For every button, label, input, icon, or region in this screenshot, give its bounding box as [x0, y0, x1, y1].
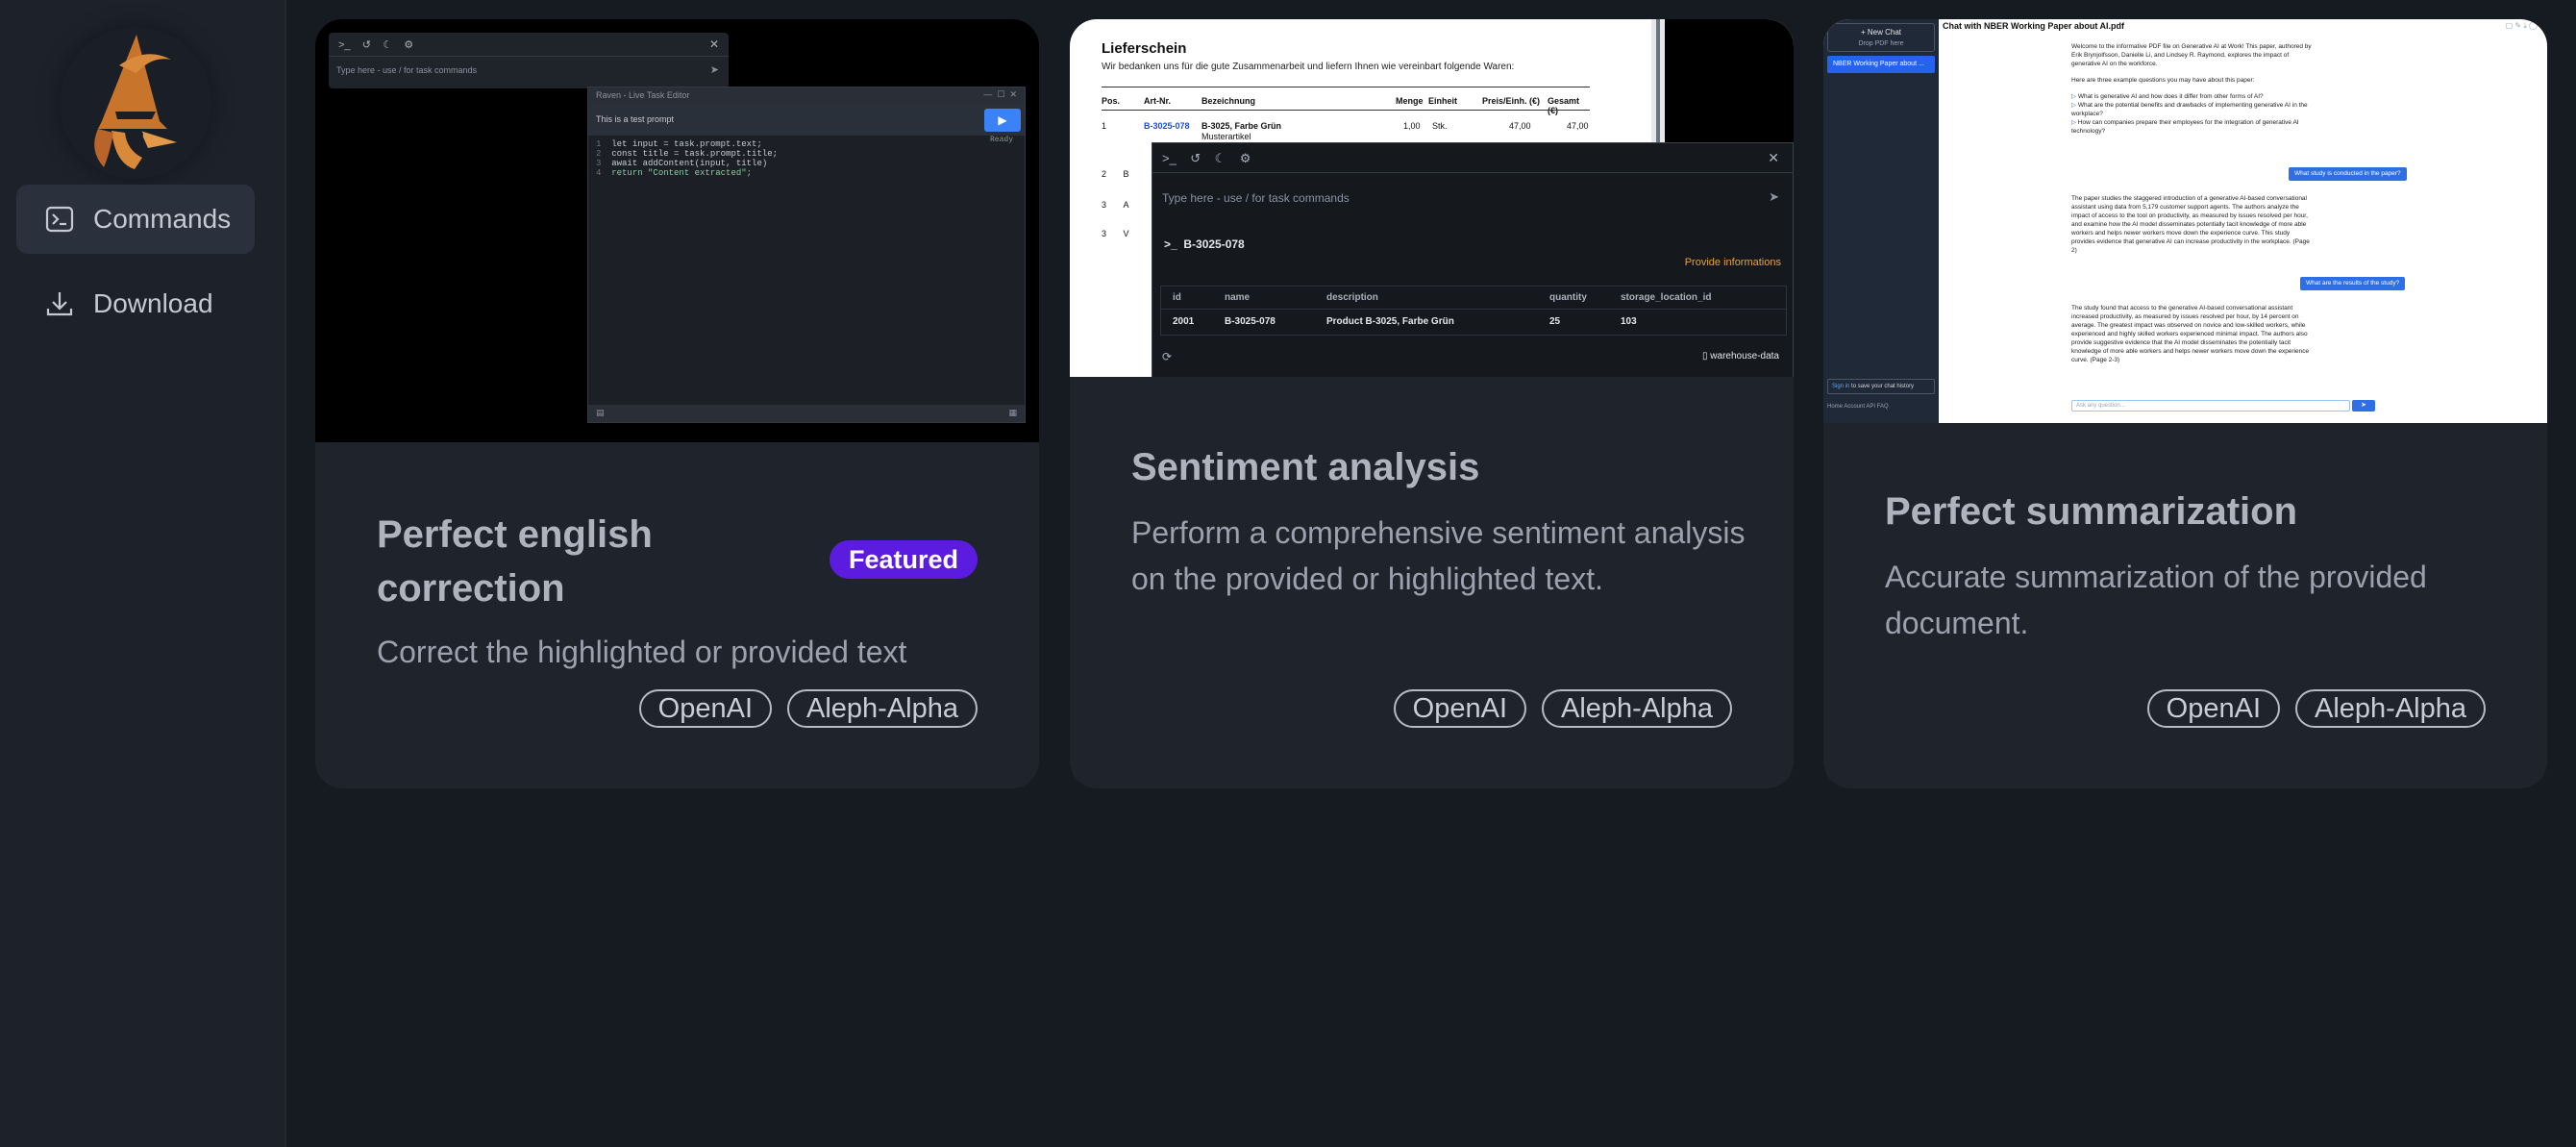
sidebar: Commands Download: [0, 0, 286, 1147]
new-chat-button[interactable]: + New Chat Drop PDF here: [1827, 23, 1935, 52]
sidebar-item-label: Download: [93, 288, 213, 318]
send-icon[interactable]: ➤: [1769, 189, 1779, 205]
provider-tags: OpenAI Aleph-Alpha: [1393, 689, 1732, 728]
doc-row-pos: 3 V: [1102, 229, 1129, 238]
code-line: 4 return "Content extracted";: [596, 168, 753, 178]
main-content: >_ ↺ ☾ ⚙ ✕ Type here - use / for task co…: [286, 0, 2576, 1147]
tag-openai: OpenAI: [1393, 689, 1526, 728]
command-card-sentiment-analysis[interactable]: Lieferschein Wir bedanken uns für die gu…: [1070, 19, 1794, 788]
toolbar-icons: >_ ↺ ☾ ⚙: [1162, 151, 1251, 165]
chat-sidebar: + New Chat Drop PDF here NBER Working Pa…: [1823, 19, 1939, 423]
provide-info-label: Provide informations: [1684, 257, 1781, 268]
terminal-icon: [45, 205, 74, 234]
send-button[interactable]: ➤: [2352, 400, 2375, 411]
run-button[interactable]: ▶: [984, 109, 1021, 132]
task-editor-window: Raven - Live Task Editor — ☐ ✕ This is a…: [587, 87, 1026, 423]
calendar-icon[interactable]: ▦: [1008, 408, 1017, 418]
chat-title: Chat with NBER Working Paper about AI.pd…: [1943, 21, 2124, 31]
provider-tags: OpenAI Aleph-Alpha: [2146, 689, 2486, 728]
toolbar-icons: >_ ↺ ☾ ⚙: [338, 39, 414, 51]
command-label: >_ B-3025-078: [1164, 237, 1245, 251]
tag-openai: OpenAI: [2146, 689, 2280, 728]
chat-message-assistant: The paper studies the staggered introduc…: [2071, 195, 2310, 254]
chat-message-assistant: The study found that access to the gener…: [2071, 305, 2310, 363]
chat-input[interactable]: Ask any question...: [2071, 400, 2350, 411]
window-controls[interactable]: — ☐ ✕: [983, 89, 1017, 100]
card-title: Perfect summarization: [1885, 490, 2298, 533]
editor-prompt-input[interactable]: This is a test prompt: [596, 114, 674, 124]
featured-badge: Featured: [829, 540, 978, 579]
table-row: 2001 B-3025-078 Product B-3025, Farbe Gr…: [1173, 316, 1637, 327]
sign-in-link[interactable]: Sign in to save your chat history: [1827, 379, 1935, 394]
command-card-english-correction[interactable]: >_ ↺ ☾ ⚙ ✕ Type here - use / for task co…: [315, 19, 1039, 788]
sidebar-item-commands[interactable]: Commands: [16, 185, 255, 254]
app-logo[interactable]: [60, 27, 211, 179]
prompt-input[interactable]: Type here - use / for task commands: [1162, 191, 1350, 205]
chat-message-assistant: Welcome to the informative PDF file on G…: [2071, 43, 2312, 136]
chat-list-item[interactable]: NBER Working Paper about ...: [1827, 56, 1935, 73]
editor-status: Ready: [989, 136, 1013, 144]
chat-message-user: What study is conducted in the paper?: [2289, 167, 2407, 181]
code-line: 2 const title = task.prompt.title;: [596, 149, 779, 159]
example-question[interactable]: ▷ How can companies prepare their employ…: [2071, 118, 2312, 136]
provider-tags: OpenAI Aleph-Alpha: [638, 689, 978, 728]
doc-title: Lieferschein: [1102, 40, 1187, 57]
prompt-input[interactable]: Type here - use / for task commands: [336, 65, 477, 75]
tag-openai: OpenAI: [638, 689, 772, 728]
command-overlay: >_ ↺ ☾ ⚙ ✕ Type here - use / for task co…: [1152, 142, 1794, 377]
chat-toolbar-icons[interactable]: ▢ ✎ ⤓ ◯: [2506, 21, 2538, 31]
editor-title: Raven - Live Task Editor: [596, 90, 690, 100]
doc-row-pos: 2 B: [1102, 169, 1129, 179]
preview-screenshot: Lieferschein Wir bedanken uns für die gu…: [1070, 19, 1794, 377]
chat-message-user: What are the results of the study?: [2300, 277, 2406, 290]
tag-aleph-alpha: Aleph-Alpha: [1542, 689, 1732, 728]
code-line: 1 let input = task.prompt.text;: [596, 139, 762, 149]
preview-screenshot: + New Chat Drop PDF here NBER Working Pa…: [1823, 19, 2547, 423]
card-title: Sentiment analysis: [1131, 446, 1480, 488]
tag-aleph-alpha: Aleph-Alpha: [2295, 689, 2486, 728]
result-table: id name description quantity storage_loc…: [1160, 286, 1787, 336]
close-icon[interactable]: ✕: [709, 37, 719, 51]
refresh-icon[interactable]: ⟳: [1162, 350, 1172, 363]
card-description: Correct the highlighted or provided text: [377, 635, 907, 669]
send-icon[interactable]: ➤: [710, 63, 719, 76]
command-card-summarization[interactable]: + New Chat Drop PDF here NBER Working Pa…: [1823, 19, 2547, 788]
card-title: Perfect english correction: [377, 513, 653, 610]
example-question[interactable]: ▷ What is generative AI and how does it …: [2071, 92, 2312, 101]
card-description: Accurate summarization of the provided d…: [1885, 560, 2427, 640]
tag-aleph-alpha: Aleph-Alpha: [787, 689, 978, 728]
download-icon: [45, 289, 74, 318]
file-icon[interactable]: ▤: [596, 408, 605, 418]
close-icon[interactable]: ✕: [1768, 150, 1779, 166]
preview-screenshot: >_ ↺ ☾ ⚙ ✕ Type here - use / for task co…: [315, 19, 1039, 442]
code-line: 3 await addContent(input, title): [596, 159, 768, 168]
sidebar-item-download[interactable]: Download: [16, 269, 255, 338]
card-description: Perform a comprehensive sentiment analys…: [1131, 515, 1746, 596]
doc-row-pos: 3 A: [1102, 200, 1129, 210]
sidebar-footer: Home Account API FAQ: [1827, 404, 1889, 410]
prompt-window: >_ ↺ ☾ ⚙ ✕ Type here - use / for task co…: [329, 33, 729, 88]
doc-subtitle: Wir bedanken uns für die gute Zusammenar…: [1102, 62, 1515, 72]
sidebar-item-label: Commands: [93, 204, 232, 234]
data-source[interactable]: ▯ warehouse-data: [1702, 351, 1779, 362]
example-question[interactable]: ▷ What are the potential benefits and dr…: [2071, 101, 2312, 118]
